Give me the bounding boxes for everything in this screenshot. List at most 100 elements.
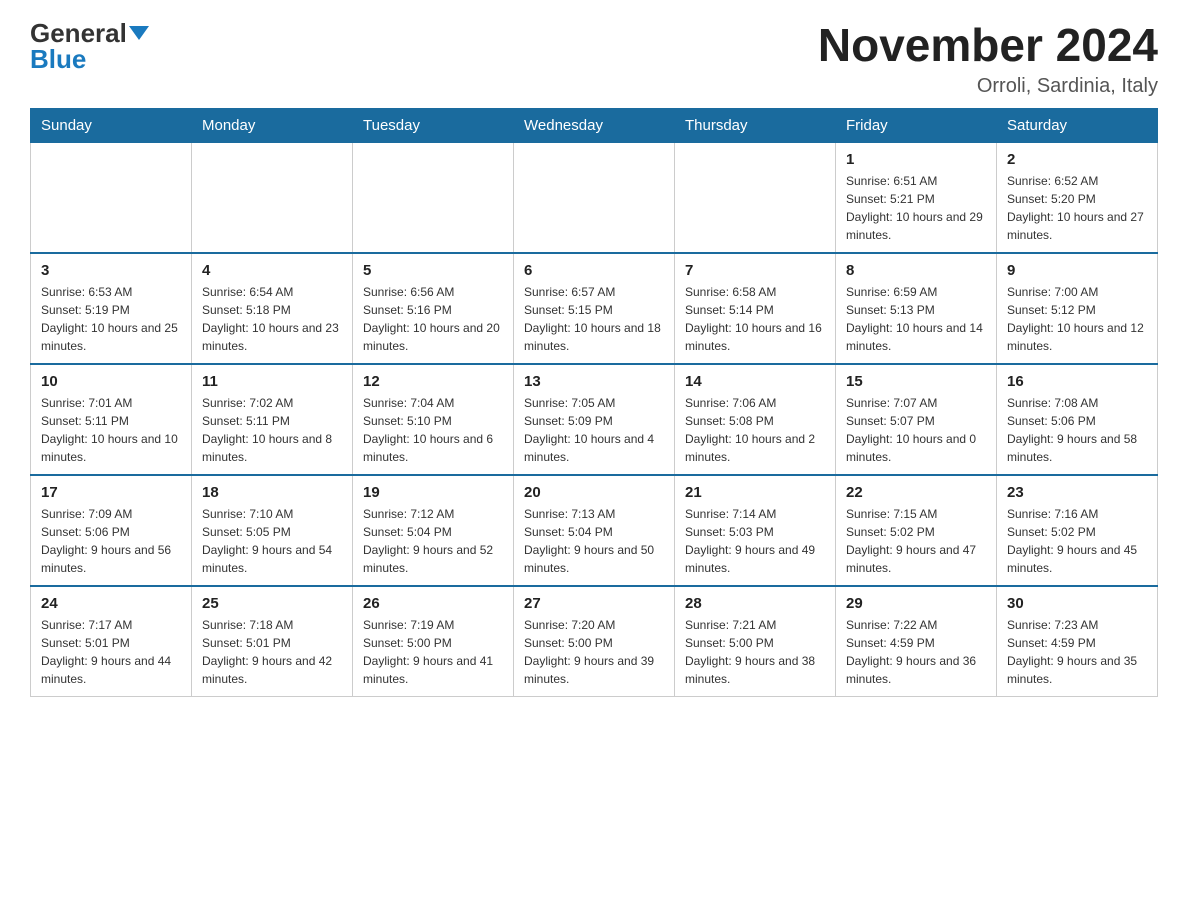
day-number: 2 — [1007, 151, 1147, 168]
day-number: 1 — [846, 151, 986, 168]
day-number: 23 — [1007, 484, 1147, 501]
day-number: 19 — [363, 484, 503, 501]
page-header: General Blue November 2024 Orroli, Sardi… — [30, 20, 1158, 98]
day-number: 18 — [202, 484, 342, 501]
calendar-cell: 29 Sunrise: 7:22 AM Sunset: 4:59 PM Dayli… — [836, 586, 997, 697]
calendar-cell: 25 Sunrise: 7:18 AM Sunset: 5:01 PM Dayli… — [192, 586, 353, 697]
day-number: 3 — [41, 262, 181, 279]
day-info: Sunrise: 7:00 AM Sunset: 5:12 PM Dayligh… — [1007, 283, 1147, 355]
day-info: Sunrise: 6:57 AM Sunset: 5:15 PM Dayligh… — [524, 283, 664, 355]
calendar-cell: 4Sunrise: 6:54 AM Sunset: 5:18 PM Daylig… — [192, 253, 353, 364]
day-number: 22 — [846, 484, 986, 501]
day-number: 4 — [202, 262, 342, 279]
calendar-cell: 26Sunrise: 7:19 AM Sunset: 5:00 PM Dayli… — [353, 586, 514, 697]
logo: General Blue — [30, 20, 149, 72]
day-number: 21 — [685, 484, 825, 501]
day-header-thursday: Thursday — [675, 108, 836, 142]
calendar-cell: 3 Sunrise: 6:53 AM Sunset: 5:19 PM Daylig… — [31, 253, 192, 364]
calendar-week-5: 24Sunrise: 7:17 AM Sunset: 5:01 PM Dayli… — [31, 586, 1158, 697]
day-info: Sunrise: 7:15 AM Sunset: 5:02 PM Dayligh… — [846, 505, 986, 577]
day-number: 8 — [846, 262, 986, 279]
day-number: 10 — [41, 373, 181, 390]
logo-blue-text: Blue — [30, 46, 86, 72]
day-number: 6 — [524, 262, 664, 279]
calendar-cell: 28 Sunrise: 7:21 AM Sunset: 5:00 PM Dayli… — [675, 586, 836, 697]
day-info: Sunrise: 6:53 AM Sunset: 5:19 PM Dayligh… — [41, 283, 181, 355]
calendar-cell: 20 Sunrise: 7:13 AM Sunset: 5:04 PM Dayli… — [514, 475, 675, 586]
calendar-cell: 11 Sunrise: 7:02 AM Sunset: 5:11 PM Dayli… — [192, 364, 353, 475]
title-section: November 2024 Orroli, Sardinia, Italy — [818, 20, 1158, 98]
calendar-cell: 16 Sunrise: 7:08 AM Sunset: 5:06 PM Dayli… — [997, 364, 1158, 475]
day-info: Sunrise: 7:05 AM Sunset: 5:09 PM Dayligh… — [524, 394, 664, 466]
day-info: Sunrise: 7:23 AM Sunset: 4:59 PM Dayligh… — [1007, 616, 1147, 688]
calendar-cell: 24Sunrise: 7:17 AM Sunset: 5:01 PM Dayli… — [31, 586, 192, 697]
calendar-cell: 22 Sunrise: 7:15 AM Sunset: 5:02 PM Dayli… — [836, 475, 997, 586]
calendar-week-1: 1 Sunrise: 6:51 AM Sunset: 5:21 PM Daylig… — [31, 142, 1158, 253]
calendar-cell — [192, 142, 353, 253]
calendar-cell: 23Sunrise: 7:16 AM Sunset: 5:02 PM Dayli… — [997, 475, 1158, 586]
day-number: 12 — [363, 373, 503, 390]
day-number: 13 — [524, 373, 664, 390]
calendar-cell: 21 Sunrise: 7:14 AM Sunset: 5:03 PM Dayli… — [675, 475, 836, 586]
day-number: 15 — [846, 373, 986, 390]
month-title: November 2024 — [818, 20, 1158, 71]
calendar-cell: 17 Sunrise: 7:09 AM Sunset: 5:06 PM Dayli… — [31, 475, 192, 586]
day-info: Sunrise: 6:59 AM Sunset: 5:13 PM Dayligh… — [846, 283, 986, 355]
day-number: 25 — [202, 595, 342, 612]
day-number: 5 — [363, 262, 503, 279]
calendar-cell: 15 Sunrise: 7:07 AM Sunset: 5:07 PM Dayli… — [836, 364, 997, 475]
calendar-cell: 30 Sunrise: 7:23 AM Sunset: 4:59 PM Dayli… — [997, 586, 1158, 697]
day-info: Sunrise: 7:10 AM Sunset: 5:05 PM Dayligh… — [202, 505, 342, 577]
calendar-cell: 5 Sunrise: 6:56 AM Sunset: 5:16 PM Daylig… — [353, 253, 514, 364]
day-info: Sunrise: 7:20 AM Sunset: 5:00 PM Dayligh… — [524, 616, 664, 688]
calendar-cell — [675, 142, 836, 253]
calendar-cell: 7 Sunrise: 6:58 AM Sunset: 5:14 PM Daylig… — [675, 253, 836, 364]
day-header-monday: Monday — [192, 108, 353, 142]
day-info: Sunrise: 7:13 AM Sunset: 5:04 PM Dayligh… — [524, 505, 664, 577]
day-number: 29 — [846, 595, 986, 612]
day-info: Sunrise: 7:21 AM Sunset: 5:00 PM Dayligh… — [685, 616, 825, 688]
day-info: Sunrise: 6:58 AM Sunset: 5:14 PM Dayligh… — [685, 283, 825, 355]
calendar-cell — [353, 142, 514, 253]
day-number: 16 — [1007, 373, 1147, 390]
calendar-cell — [514, 142, 675, 253]
calendar-cell: 14Sunrise: 7:06 AM Sunset: 5:08 PM Dayli… — [675, 364, 836, 475]
day-info: Sunrise: 7:14 AM Sunset: 5:03 PM Dayligh… — [685, 505, 825, 577]
calendar-cell: 19 Sunrise: 7:12 AM Sunset: 5:04 PM Dayli… — [353, 475, 514, 586]
day-info: Sunrise: 7:22 AM Sunset: 4:59 PM Dayligh… — [846, 616, 986, 688]
day-number: 17 — [41, 484, 181, 501]
day-header-friday: Friday — [836, 108, 997, 142]
day-number: 24 — [41, 595, 181, 612]
calendar-cell: 13 Sunrise: 7:05 AM Sunset: 5:09 PM Dayli… — [514, 364, 675, 475]
day-info: Sunrise: 7:08 AM Sunset: 5:06 PM Dayligh… — [1007, 394, 1147, 466]
day-info: Sunrise: 7:12 AM Sunset: 5:04 PM Dayligh… — [363, 505, 503, 577]
day-number: 7 — [685, 262, 825, 279]
calendar-cell: 27Sunrise: 7:20 AM Sunset: 5:00 PM Dayli… — [514, 586, 675, 697]
day-number: 30 — [1007, 595, 1147, 612]
calendar-cell: 2Sunrise: 6:52 AM Sunset: 5:20 PM Daylig… — [997, 142, 1158, 253]
day-info: Sunrise: 7:01 AM Sunset: 5:11 PM Dayligh… — [41, 394, 181, 466]
calendar-cell: 12 Sunrise: 7:04 AM Sunset: 5:10 PM Dayli… — [353, 364, 514, 475]
day-header-tuesday: Tuesday — [353, 108, 514, 142]
day-info: Sunrise: 7:02 AM Sunset: 5:11 PM Dayligh… — [202, 394, 342, 466]
calendar-week-2: 3 Sunrise: 6:53 AM Sunset: 5:19 PM Daylig… — [31, 253, 1158, 364]
calendar-cell: 6 Sunrise: 6:57 AM Sunset: 5:15 PM Daylig… — [514, 253, 675, 364]
calendar-cell: 9Sunrise: 7:00 AM Sunset: 5:12 PM Daylig… — [997, 253, 1158, 364]
day-number: 20 — [524, 484, 664, 501]
day-info: Sunrise: 7:04 AM Sunset: 5:10 PM Dayligh… — [363, 394, 503, 466]
day-header-saturday: Saturday — [997, 108, 1158, 142]
calendar-cell: 18 Sunrise: 7:10 AM Sunset: 5:05 PM Dayli… — [192, 475, 353, 586]
calendar-cell: 10 Sunrise: 7:01 AM Sunset: 5:11 PM Dayli… — [31, 364, 192, 475]
location-text: Orroli, Sardinia, Italy — [818, 75, 1158, 98]
day-info: Sunrise: 7:18 AM Sunset: 5:01 PM Dayligh… — [202, 616, 342, 688]
calendar-table: SundayMondayTuesdayWednesdayThursdayFrid… — [30, 108, 1158, 697]
day-info: Sunrise: 7:09 AM Sunset: 5:06 PM Dayligh… — [41, 505, 181, 577]
day-number: 14 — [685, 373, 825, 390]
day-info: Sunrise: 7:07 AM Sunset: 5:07 PM Dayligh… — [846, 394, 986, 466]
day-number: 28 — [685, 595, 825, 612]
day-info: Sunrise: 6:56 AM Sunset: 5:16 PM Dayligh… — [363, 283, 503, 355]
day-number: 11 — [202, 373, 342, 390]
day-info: Sunrise: 6:51 AM Sunset: 5:21 PM Dayligh… — [846, 172, 986, 244]
day-header-sunday: Sunday — [31, 108, 192, 142]
calendar-cell — [31, 142, 192, 253]
